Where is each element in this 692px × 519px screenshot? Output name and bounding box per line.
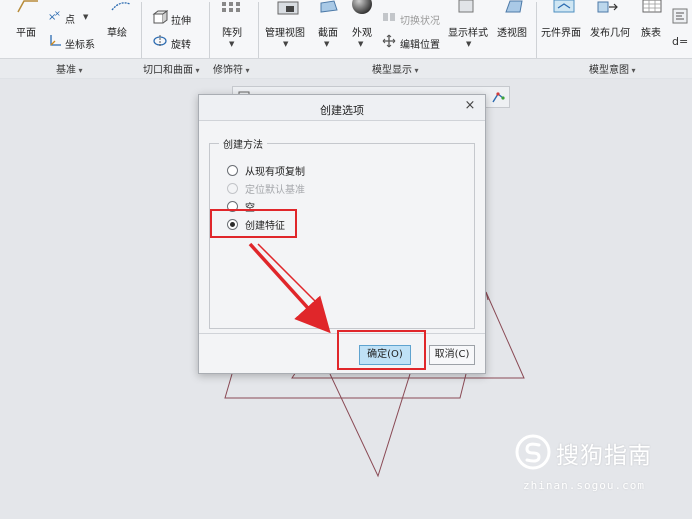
watermark-brand: 搜狗指南 (556, 443, 652, 469)
watermark-url: zhinan.sogou.com (523, 479, 645, 492)
sogou-logo-icon (515, 434, 551, 470)
